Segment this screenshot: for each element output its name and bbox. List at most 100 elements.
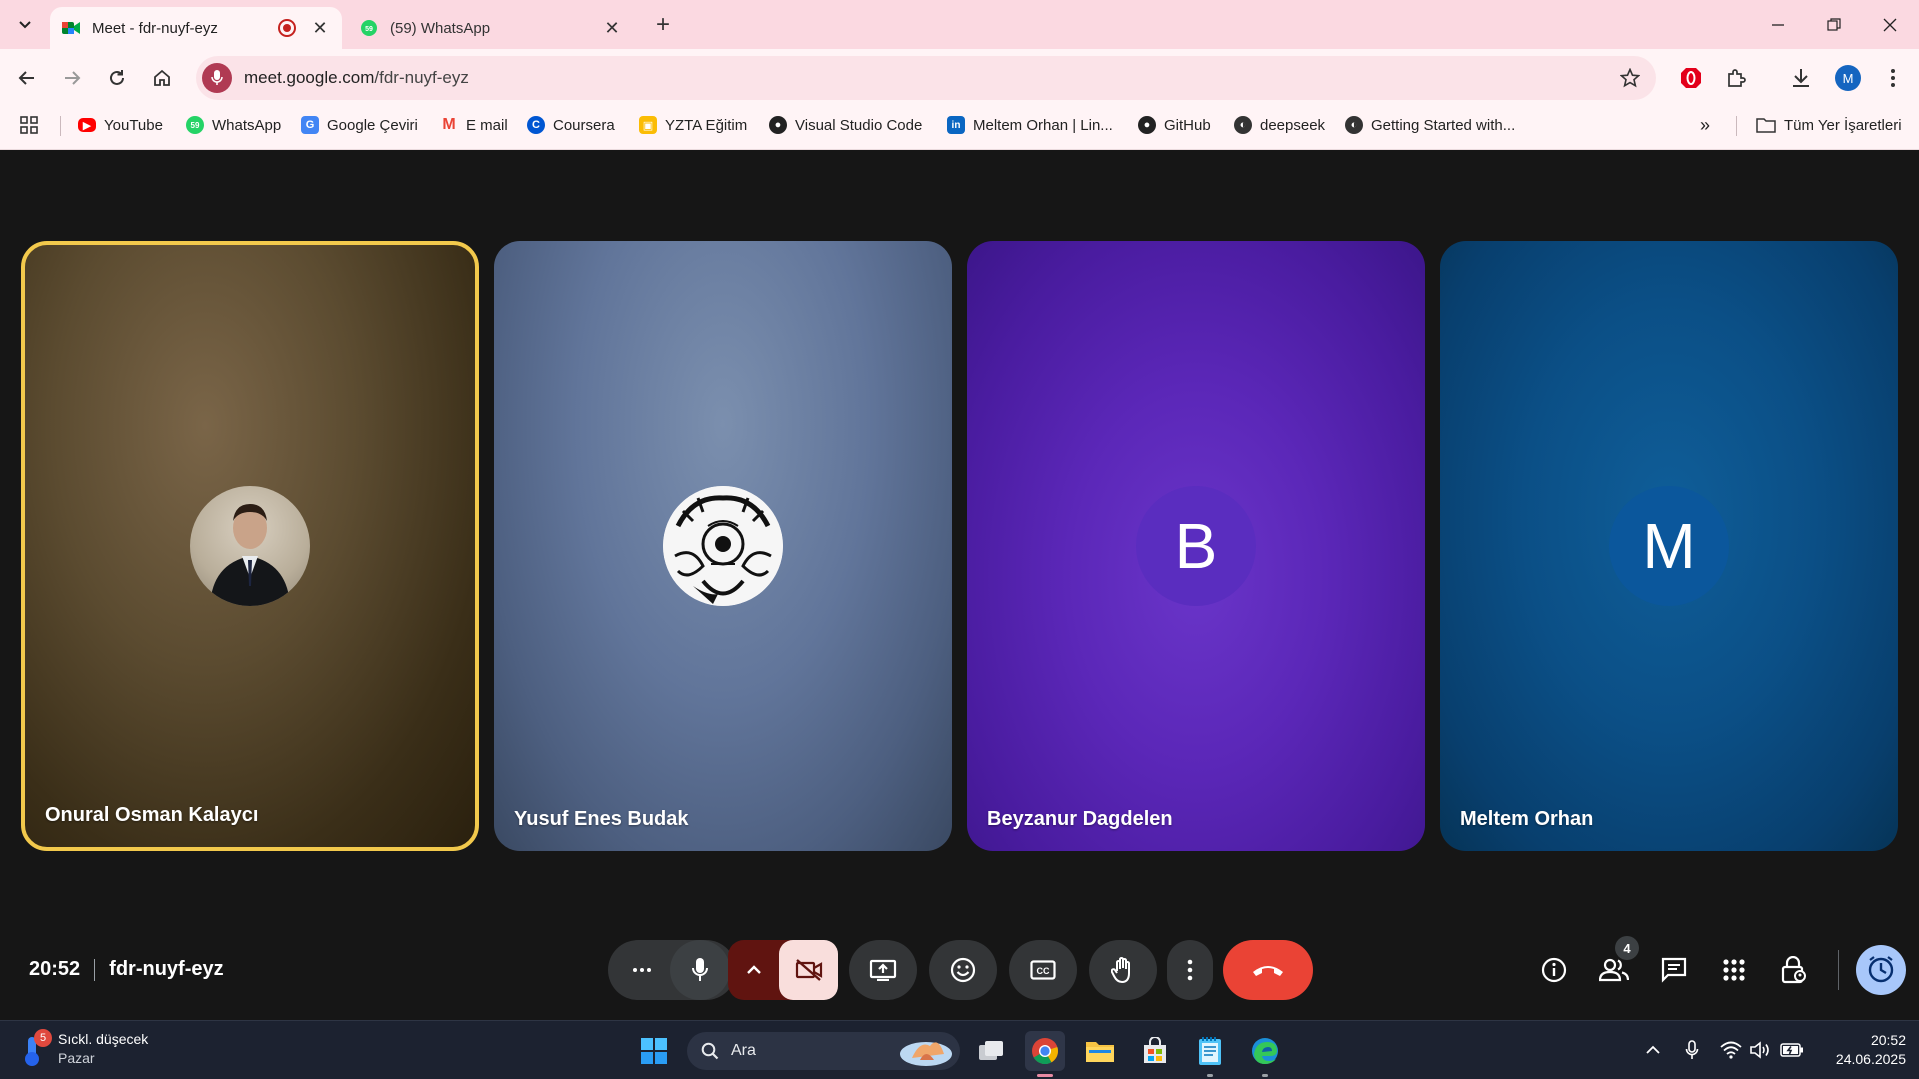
participant-name: Beyzanur Dagdelen [987,808,1173,830]
mic-in-use-icon[interactable] [202,63,232,93]
camera-options-button[interactable] [728,940,779,1000]
profile-avatar[interactable]: M [1835,65,1861,91]
bookmark-linkedin[interactable]: in Meltem Orhan | Lin... [947,107,1113,143]
participant-photo-avatar [190,486,310,606]
coursera-icon: C [527,116,545,134]
all-bookmarks-button[interactable]: Tüm Yer İşaretleri [1756,107,1902,143]
task-view-button[interactable] [971,1031,1011,1071]
captions-button[interactable]: CC [1009,940,1077,1000]
audio-options-button[interactable] [614,940,670,1000]
home-button[interactable] [145,61,179,95]
system-clock[interactable]: 20:52 24.06.2025 [1820,1031,1906,1069]
reload-button[interactable] [100,61,134,95]
tab-search-button[interactable] [10,10,40,40]
more-bookmarks-button[interactable]: » [1700,107,1710,143]
participant-letter-avatar: B [1136,486,1256,606]
participant-tile[interactable]: Yusuf Enes Budak [494,241,952,851]
chrome-menu-icon[interactable] [1878,63,1908,93]
host-controls-button[interactable] [1774,950,1814,990]
chevron-down-icon [19,21,31,29]
close-tab-icon[interactable]: ✕ [602,18,622,38]
meeting-details-button[interactable] [1534,950,1574,990]
opera-adblock-icon[interactable] [1676,63,1706,93]
info-icon [1541,957,1567,983]
more-options-button[interactable] [1167,940,1213,1000]
restore-icon [1827,17,1841,31]
downloads-icon[interactable] [1786,63,1816,93]
classroom-icon: ▣ [639,116,657,134]
microphone-button[interactable] [670,940,730,1000]
bookmark-youtube[interactable]: ▶ YouTube [78,107,163,143]
windows-logo-icon [641,1038,667,1064]
url-text[interactable]: meet.google.com/fdr-nuyf-eyz [244,68,469,88]
bookmark-yzta[interactable]: ▣ YZTA Eğitim [639,107,747,143]
weather-widget[interactable]: 5 Sıckl. düşecek Pazar [20,1029,149,1068]
people-button[interactable]: 4 [1594,936,1639,990]
microsoft-store-button[interactable] [1135,1031,1175,1071]
speaker-icon [1750,1041,1769,1059]
more-horizontal-icon [633,968,651,972]
bookmark-star-icon[interactable] [1618,66,1642,90]
running-app-indicator [1262,1074,1268,1077]
bookmark-email[interactable]: M E mail [440,107,507,143]
participant-tile[interactable]: B Beyzanur Dagdelen [967,241,1425,851]
globe-icon: ◐ [1234,116,1252,134]
present-screen-button[interactable] [849,940,917,1000]
youtube-icon: ▶ [78,118,96,132]
minimize-button[interactable] [1750,0,1806,49]
bookmark-github[interactable]: ● GitHub [1138,107,1211,143]
tab-meet[interactable]: Meet - fdr-nuyf-eyz ✕ [50,7,342,49]
google-meet-icon [62,19,80,37]
network-button[interactable] [1718,1037,1744,1063]
new-tab-button[interactable]: + [650,11,676,38]
back-button[interactable] [10,61,44,95]
close-window-button[interactable] [1862,0,1918,49]
recording-indicator-icon [278,19,296,37]
search-placeholder: Ara [731,1042,756,1059]
extensions-icon[interactable] [1721,63,1751,93]
edge-button[interactable] [1245,1031,1285,1077]
weather-title: Sıckl. düşecek [58,1031,149,1047]
meeting-clock: 20:52 [29,958,81,980]
meet-stage: Onural Osman Kalaycı Yusuf Enes Budak B … [0,150,1919,1020]
close-tab-icon[interactable]: ✕ [310,18,330,38]
microphone-in-use-tray[interactable] [1679,1037,1705,1063]
microphone-icon [1685,1040,1699,1059]
search-highlight-icon [900,1042,952,1066]
bookmarks-bar: ▶ YouTube 59 WhatsApp G Google Çeviri M … [0,107,1919,150]
volume-button[interactable] [1748,1037,1774,1063]
reload-icon [110,70,124,85]
participant-tile[interactable]: M Meltem Orhan [1440,241,1898,851]
camera-off-button[interactable] [779,940,838,1000]
notepad-button[interactable] [1190,1031,1230,1077]
address-bar[interactable]: meet.google.com/fdr-nuyf-eyz [196,56,1656,100]
bookmark-coursera[interactable]: C Coursera [527,107,615,143]
show-hidden-icons-button[interactable] [1640,1037,1666,1063]
raise-hand-button[interactable] [1089,940,1157,1000]
activities-button[interactable] [1714,950,1754,990]
meeting-code: fdr-nuyf-eyz [109,958,224,980]
end-call-icon [1253,966,1283,976]
more-vertical-icon [1187,959,1193,981]
participant-tile[interactable]: Onural Osman Kalaycı [21,241,479,851]
bookmark-getting-started[interactable]: ◐ Getting Started with... [1345,107,1515,143]
apps-button[interactable] [20,107,38,143]
start-button[interactable] [634,1031,674,1071]
battery-button[interactable] [1779,1037,1805,1063]
leave-call-button[interactable] [1223,940,1313,1000]
chat-button[interactable] [1654,950,1694,990]
file-explorer-button[interactable] [1080,1031,1120,1071]
restore-button[interactable] [1806,0,1862,49]
bookmark-whatsapp[interactable]: 59 WhatsApp [186,107,281,143]
bookmark-vscode[interactable]: ● Visual Studio Code [769,107,922,143]
bookmark-deepseek[interactable]: ◐ deepseek [1234,107,1325,143]
companion-timer-button[interactable] [1856,945,1906,995]
chrome-taskbar-button[interactable] [1025,1031,1065,1077]
tab-whatsapp[interactable]: 59 (59) WhatsApp ✕ [348,7,634,49]
apps-grid-icon [20,116,38,134]
bookmark-google-translate[interactable]: G Google Çeviri [301,107,418,143]
forward-button[interactable] [55,61,89,95]
reactions-button[interactable] [929,940,997,1000]
meeting-info-divider [94,958,96,981]
taskbar-search[interactable]: Ara [687,1032,960,1070]
